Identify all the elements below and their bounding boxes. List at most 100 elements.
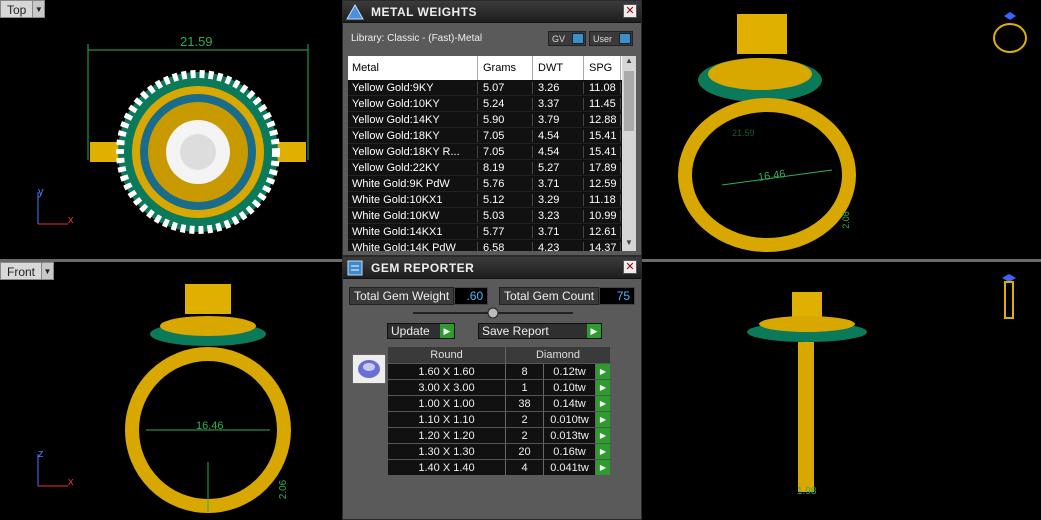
user-toggle[interactable]: User	[589, 31, 633, 46]
grams-value: 5.24	[478, 97, 533, 110]
gem-action-row: Update ▶	[387, 323, 455, 339]
metal-weights-scrollbar[interactable]: ▲ ▼	[622, 56, 636, 251]
dwt-value: 3.37	[533, 97, 584, 110]
total-gem-weight-row: Total Gem Weight .60	[349, 287, 489, 305]
column-header-spg[interactable]: SPG	[584, 56, 621, 80]
axis-gizmo-icon	[37, 192, 68, 225]
gem-table: Round Diamond 1.60 X 1.60 8 0.12tw ▶ 3.00 X …	[388, 347, 610, 475]
table-row[interactable]: Yellow Gold:22KY 8.19 5.27 17.89	[348, 160, 636, 176]
right-viewport[interactable]: 1.98	[642, 262, 1041, 520]
spg-value: 17.89	[584, 161, 621, 174]
table-row[interactable]: 1.10 X 1.10 2 0.010tw ▶	[388, 411, 610, 427]
slider[interactable]	[413, 307, 573, 319]
perspective-viewport[interactable]: 16.46 21.59 2.06	[642, 0, 1041, 259]
select-gem-icon[interactable]: ▶	[596, 460, 610, 475]
table-row[interactable]: White Gold:14K PdW 6.58 4.23 14.37	[348, 240, 636, 251]
update-button-label: Update	[391, 324, 430, 338]
metal-weights-title: METAL WEIGHTS	[371, 4, 478, 19]
table-row[interactable]: Yellow Gold:9KY 5.07 3.26 11.08	[348, 80, 636, 96]
table-row[interactable]: Yellow Gold:18KY R... 7.05 4.54 15.41	[348, 144, 636, 160]
chevron-down-icon[interactable]: ▼	[32, 1, 45, 17]
table-row[interactable]: Yellow Gold:14KY 5.90 3.79 12.88	[348, 112, 636, 128]
ring-preview-icon[interactable]	[990, 10, 1030, 56]
update-button[interactable]: Update ▶	[387, 323, 455, 339]
total-gem-count-value: 75	[599, 287, 636, 305]
scrollbar-thumb[interactable]	[624, 71, 634, 131]
grams-value: 5.77	[478, 225, 533, 238]
round-diamond-icon[interactable]	[352, 354, 386, 384]
dwt-value: 3.71	[533, 225, 584, 238]
dwt-value: 3.29	[533, 193, 584, 206]
table-row[interactable]: 1.60 X 1.60 8 0.12tw ▶	[388, 363, 610, 379]
gem-weight: 0.12tw	[544, 364, 596, 379]
front-viewport-name: Front	[7, 265, 36, 279]
scroll-up-icon[interactable]: ▲	[622, 56, 636, 69]
metal-name: Yellow Gold:22KY	[348, 161, 478, 174]
select-gem-icon[interactable]: ▶	[596, 380, 610, 395]
gem-count: 1	[506, 380, 544, 395]
column-header-dwt[interactable]: DWT	[533, 56, 584, 80]
dwt-value: 3.26	[533, 81, 584, 94]
table-row[interactable]: 1.30 X 1.30 20 0.16tw ▶	[388, 443, 610, 459]
total-gem-weight-value: .60	[454, 287, 489, 305]
gv-toggle[interactable]: GV	[548, 31, 586, 46]
table-row[interactable]: 3.00 X 3.00 1 0.10tw ▶	[388, 379, 610, 395]
chevron-down-icon[interactable]: ▼	[41, 263, 54, 279]
column-header-metal[interactable]: Metal	[348, 56, 478, 80]
metal-name: White Gold:14KX1	[348, 225, 478, 238]
grams-value: 5.12	[478, 193, 533, 206]
metal-weights-table: Metal Grams DWT SPG Yellow Gold:9KY 5.07 3…	[348, 56, 636, 251]
top-viewport[interactable]: Top ▼ 21.59 y x	[0, 0, 342, 259]
user-toggle-switch[interactable]	[619, 33, 631, 44]
top-viewport-label[interactable]: Top ▼	[0, 0, 46, 18]
gem-table-header: Round Diamond	[388, 347, 610, 363]
select-gem-icon[interactable]: ▶	[596, 396, 610, 411]
table-row[interactable]: 1.20 X 1.20 2 0.013tw ▶	[388, 427, 610, 443]
select-gem-icon[interactable]: ▶	[596, 364, 610, 379]
spg-value: 15.41	[584, 129, 621, 142]
metal-weights-titlebar[interactable]: METAL WEIGHTS ✕	[343, 1, 641, 23]
table-row[interactable]: White Gold:9K PdW 5.76 3.71 12.59	[348, 176, 636, 192]
gv-label: GV	[552, 33, 566, 44]
metal-name: Yellow Gold:18KY	[348, 129, 478, 142]
side-ring-preview-icon[interactable]	[994, 272, 1024, 322]
right-dimension-label: 1.98	[797, 486, 817, 497]
gv-toggle-switch[interactable]	[572, 33, 584, 44]
close-icon[interactable]: ✕	[623, 4, 637, 18]
select-gem-icon[interactable]: ▶	[596, 412, 610, 427]
table-row[interactable]: Yellow Gold:18KY 7.05 4.54 15.41	[348, 128, 636, 144]
gem-size: 1.40 X 1.40	[388, 460, 506, 475]
table-row[interactable]: Yellow Gold:10KY 5.24 3.37 11.45	[348, 96, 636, 112]
front-viewport-label[interactable]: Front ▼	[0, 262, 55, 280]
grams-value: 5.03	[478, 209, 533, 222]
perspective-side-dimension: 21.59	[732, 128, 755, 138]
play-icon: ▶	[587, 324, 601, 338]
front-viewport[interactable]: Front ▼ 16.46 2.06 z x	[0, 262, 342, 520]
spg-value: 14.37	[584, 241, 621, 251]
table-row[interactable]: 1.40 X 1.40 4 0.041tw ▶	[388, 459, 610, 475]
metal-name: White Gold:10KW	[348, 209, 478, 222]
gem-size: 1.20 X 1.20	[388, 428, 506, 443]
close-icon[interactable]: ✕	[623, 260, 637, 274]
grams-value: 6.58	[478, 241, 533, 251]
column-header-grams[interactable]: Grams	[478, 56, 533, 80]
table-row[interactable]: 1.00 X 1.00 38 0.14tw ▶	[388, 395, 610, 411]
table-row[interactable]: White Gold:10KX1 5.12 3.29 11.18	[348, 192, 636, 208]
top-viewport-name: Top	[7, 3, 27, 17]
scroll-down-icon[interactable]: ▼	[622, 238, 636, 251]
select-gem-icon[interactable]: ▶	[596, 444, 610, 459]
gem-weight: 0.16tw	[544, 444, 596, 459]
spg-value: 10.99	[584, 209, 621, 222]
save-report-button[interactable]: Save Report ▶	[478, 323, 602, 339]
spg-value: 15.41	[584, 145, 621, 158]
axis-gizmo-icon	[37, 454, 68, 487]
metal-name: Yellow Gold:10KY	[348, 97, 478, 110]
gem-reporter-titlebar[interactable]: GEM REPORTER ✕	[343, 257, 641, 279]
spg-value: 12.59	[584, 177, 621, 190]
table-row[interactable]: White Gold:14KX1 5.77 3.71 12.61	[348, 224, 636, 240]
table-row[interactable]: White Gold:10KW 5.03 3.23 10.99	[348, 208, 636, 224]
metal-name: White Gold:14K PdW	[348, 241, 478, 251]
grams-value: 5.76	[478, 177, 533, 190]
select-gem-icon[interactable]: ▶	[596, 428, 610, 443]
metal-weights-rows: Yellow Gold:9KY 5.07 3.26 11.08 Yellow Gold:…	[348, 80, 636, 251]
